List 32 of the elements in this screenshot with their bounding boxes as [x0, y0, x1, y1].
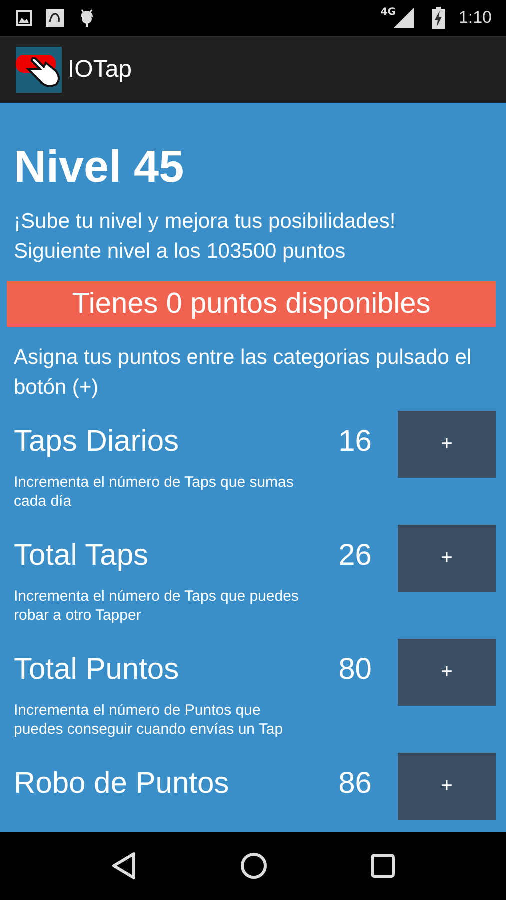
category-value: 16	[338, 425, 372, 459]
instructions-text: Asigna tus puntos entre las categorias pulsado el botón (+)	[13, 345, 473, 401]
image-icon	[16, 10, 32, 26]
category-value: 86	[338, 767, 372, 801]
app-logo-icon	[16, 47, 62, 93]
intro-text: ¡Sube tu nivel y mejora tus posibilidades!	[14, 209, 397, 235]
category-value: 80	[338, 653, 372, 687]
add-point-button[interactable]: +	[398, 639, 496, 706]
android-icon	[78, 8, 96, 28]
clock: 1:10	[458, 8, 492, 28]
home-icon[interactable]	[240, 852, 268, 880]
add-point-button[interactable]: +	[398, 753, 496, 820]
category-description: Incrementa el número de Taps que puedes robar a otro Tapper	[14, 587, 300, 625]
category-name: Total Puntos	[14, 653, 180, 687]
signal-icon	[394, 8, 414, 28]
category-name: Robo de Puntos	[14, 767, 230, 801]
network-type: 4G	[380, 7, 396, 18]
category-name: Taps Diarios	[14, 425, 180, 459]
category-description: Incrementa el número de Puntos que puedes conseguir cuando envías un Tap	[14, 701, 284, 739]
back-icon[interactable]	[111, 852, 138, 880]
level-title: Nivel 45	[13, 140, 186, 194]
add-point-button[interactable]: +	[398, 411, 496, 478]
category-value: 26	[338, 539, 372, 573]
add-point-button[interactable]: +	[398, 525, 496, 592]
category-name: Total Taps	[14, 539, 150, 573]
category-description: Incrementa el número de Taps que sumas cada día	[14, 473, 295, 511]
recents-icon[interactable]	[370, 854, 395, 878]
intro-text: Siguiente nivel a los 103500 puntos	[14, 239, 347, 265]
battery-charging-icon	[432, 7, 445, 29]
app-title: IOTap	[68, 56, 132, 84]
app-notification-icon	[46, 9, 64, 27]
points-banner: Tienes 0 puntos disponibles	[7, 281, 496, 327]
